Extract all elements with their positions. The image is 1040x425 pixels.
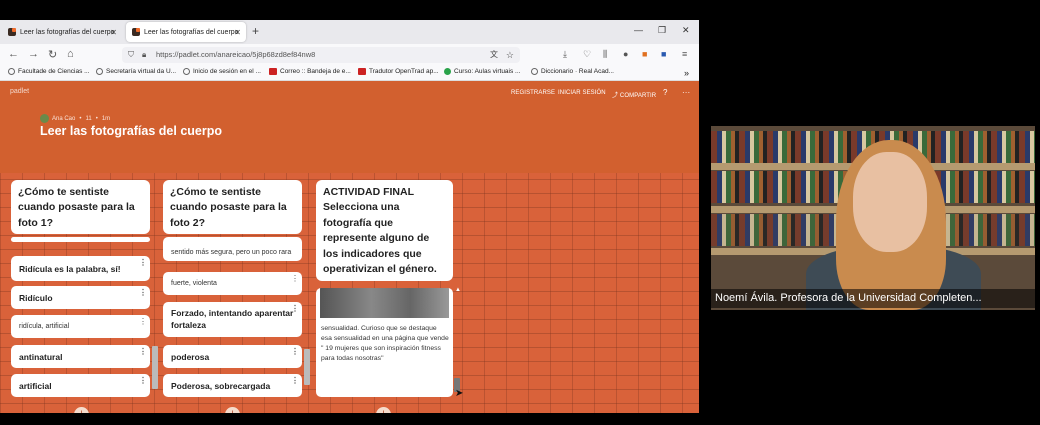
page-title: Leer las fotografías del cuerpo: [40, 124, 222, 138]
menu-icon[interactable]: ≡: [682, 49, 687, 59]
account-icon[interactable]: ●: [623, 49, 628, 59]
browser-tabbar: Leer las fotografías del cuerpo ✕ Leer l…: [0, 20, 699, 44]
star-icon[interactable]: ☆: [506, 47, 514, 63]
close-icon[interactable]: ✕: [234, 28, 241, 37]
more-icon[interactable]: ⋮: [291, 305, 299, 313]
more-bookmarks-icon[interactable]: »: [684, 68, 689, 78]
globe-icon: [96, 68, 103, 75]
avatar: [40, 114, 49, 123]
translate-ext-icon[interactable]: ■: [661, 49, 666, 59]
register-link[interactable]: REGISTRARSE: [511, 90, 555, 96]
scrollbar[interactable]: [304, 349, 310, 385]
list-item[interactable]: Ridícula es la palabra, sí! ⋮: [11, 256, 150, 281]
board-author: Ana Cao • 11 • 1m: [40, 114, 110, 123]
shield-icon: ⛉: [128, 50, 134, 59]
list-item[interactable]: sentido más segura, pero un poco rara: [163, 237, 302, 261]
reload-icon[interactable]: ↻: [48, 48, 57, 61]
scroll-up-icon[interactable]: ▲: [455, 287, 461, 293]
participant-video: [711, 126, 1035, 310]
more-icon[interactable]: ⋮: [139, 348, 147, 356]
minimize-icon[interactable]: —: [634, 25, 643, 35]
library-icon[interactable]: ⫼: [603, 49, 607, 60]
list-item[interactable]: Poderosa, sobrecargada ⋮: [163, 374, 302, 397]
more-icon[interactable]: ⋮: [139, 259, 147, 267]
bookmark-item[interactable]: Curso: Aulas virtuais ...: [444, 68, 520, 75]
globe-icon: [531, 68, 538, 75]
padlet-favicon: [8, 28, 16, 36]
shared-screen: Leer las fotografías del cuerpo ✕ Leer l…: [0, 20, 699, 413]
add-post-button[interactable]: +: [225, 407, 240, 413]
padlet-favicon: [132, 28, 140, 36]
globe-icon: [8, 68, 15, 75]
list-item[interactable]: ridícula, artificial ⋮: [11, 315, 150, 338]
mail-icon: [269, 68, 277, 75]
close-window-icon[interactable]: ✕: [682, 25, 690, 36]
cursor-icon: ➤: [455, 388, 464, 399]
bookmark-item[interactable]: Tradutor OpenTrad ap...: [358, 68, 439, 75]
translate-icon[interactable]: 文: [490, 47, 498, 63]
more-icon[interactable]: ⋮: [139, 289, 147, 297]
more-icon[interactable]: ⋮: [291, 275, 299, 283]
restore-icon[interactable]: ❐: [658, 25, 666, 36]
scrollbar[interactable]: [152, 346, 158, 389]
login-link[interactable]: INICIAR SESIÓN: [558, 90, 606, 96]
column-header[interactable]: ¿Cómo te sentiste cuando posaste para la…: [11, 180, 150, 234]
list-item[interactable]: Ridículo ⋮: [11, 286, 150, 309]
bookmark-item[interactable]: Correo :: Bandeja de e...: [269, 68, 351, 75]
participant-name: Noemí Ávila. Profesora de la Universidad…: [711, 289, 1035, 308]
more-icon[interactable]: ···: [682, 88, 690, 97]
post-text: sensualidad. Curioso que se destaque esa…: [321, 325, 449, 362]
forward-icon[interactable]: →: [28, 48, 39, 60]
share-link[interactable]: ⤴ COMPARTIR: [612, 90, 656, 99]
list-item[interactable]: Forzado, intentando aparentar fortaleza ⋮: [163, 302, 302, 337]
help-icon[interactable]: ?: [663, 88, 668, 97]
post-card[interactable]: sensualidad. Curioso que se destaque esa…: [316, 288, 453, 397]
more-icon[interactable]: ⋮: [291, 377, 299, 385]
list-item[interactable]: artificial ⋮: [11, 374, 150, 397]
column-header[interactable]: ACTIVIDAD FINAL Selecciona una fotografí…: [316, 180, 453, 281]
add-post-button[interactable]: +: [376, 407, 391, 413]
participant-face: [853, 152, 927, 252]
course-icon: [444, 68, 451, 75]
bookmark-item[interactable]: Inicio de sesión en el ...: [183, 68, 261, 75]
list-item[interactable]: antinatural ⋮: [11, 345, 150, 368]
share-icon: ⤴: [612, 93, 619, 99]
tradutor-icon: [358, 68, 366, 75]
more-icon[interactable]: ⋮: [139, 377, 147, 385]
address-bar[interactable]: ⛉ 🔒︎ https://padlet.com/anareicao/5j8p68…: [122, 47, 520, 63]
back-icon[interactable]: ←: [8, 48, 19, 60]
padlet-logo[interactable]: padlet: [10, 88, 29, 95]
lock-icon: 🔒︎: [142, 50, 147, 59]
list-item[interactable]: [11, 237, 150, 242]
pocket-icon[interactable]: ♡: [583, 49, 591, 60]
add-post-button[interactable]: +: [74, 407, 89, 413]
more-icon[interactable]: ⋮: [291, 348, 299, 356]
close-icon[interactable]: ✕: [110, 28, 117, 37]
globe-icon: [183, 68, 190, 75]
more-icon[interactable]: ⋮: [139, 318, 147, 326]
download-icon[interactable]: ⤓: [563, 49, 567, 60]
bookmark-item[interactable]: Diccionario · Real Acad...: [531, 68, 614, 75]
bookmark-item[interactable]: Facultade de Ciencias ...: [8, 68, 90, 75]
padlet-board: padlet REGISTRARSE INICIAR SESIÓN ⤴ COMP…: [0, 81, 699, 413]
bookmark-item[interactable]: Secretaría virtual da U...: [96, 68, 176, 75]
new-tab-icon[interactable]: +: [252, 24, 259, 38]
browser-tab-2[interactable]: Leer las fotografías del cuerpo ✕: [126, 22, 246, 42]
extension-icon[interactable]: ■: [642, 49, 647, 59]
list-item[interactable]: poderosa ⋮: [163, 345, 302, 368]
list-item[interactable]: fuerte, violenta ⋮: [163, 272, 302, 295]
browser-tab-1[interactable]: Leer las fotografías del cuerpo ✕: [2, 22, 122, 42]
post-photo: [320, 288, 449, 318]
column-header[interactable]: ¿Cómo te sentiste cuando posaste para la…: [163, 180, 302, 234]
bookmarks-bar: Facultade de Ciencias ... Secretaría vir…: [0, 66, 699, 81]
browser-navbar: ← → ↻ ⌂ ⛉ 🔒︎ https://padlet.com/anareica…: [0, 44, 699, 66]
home-icon[interactable]: ⌂: [67, 48, 74, 60]
